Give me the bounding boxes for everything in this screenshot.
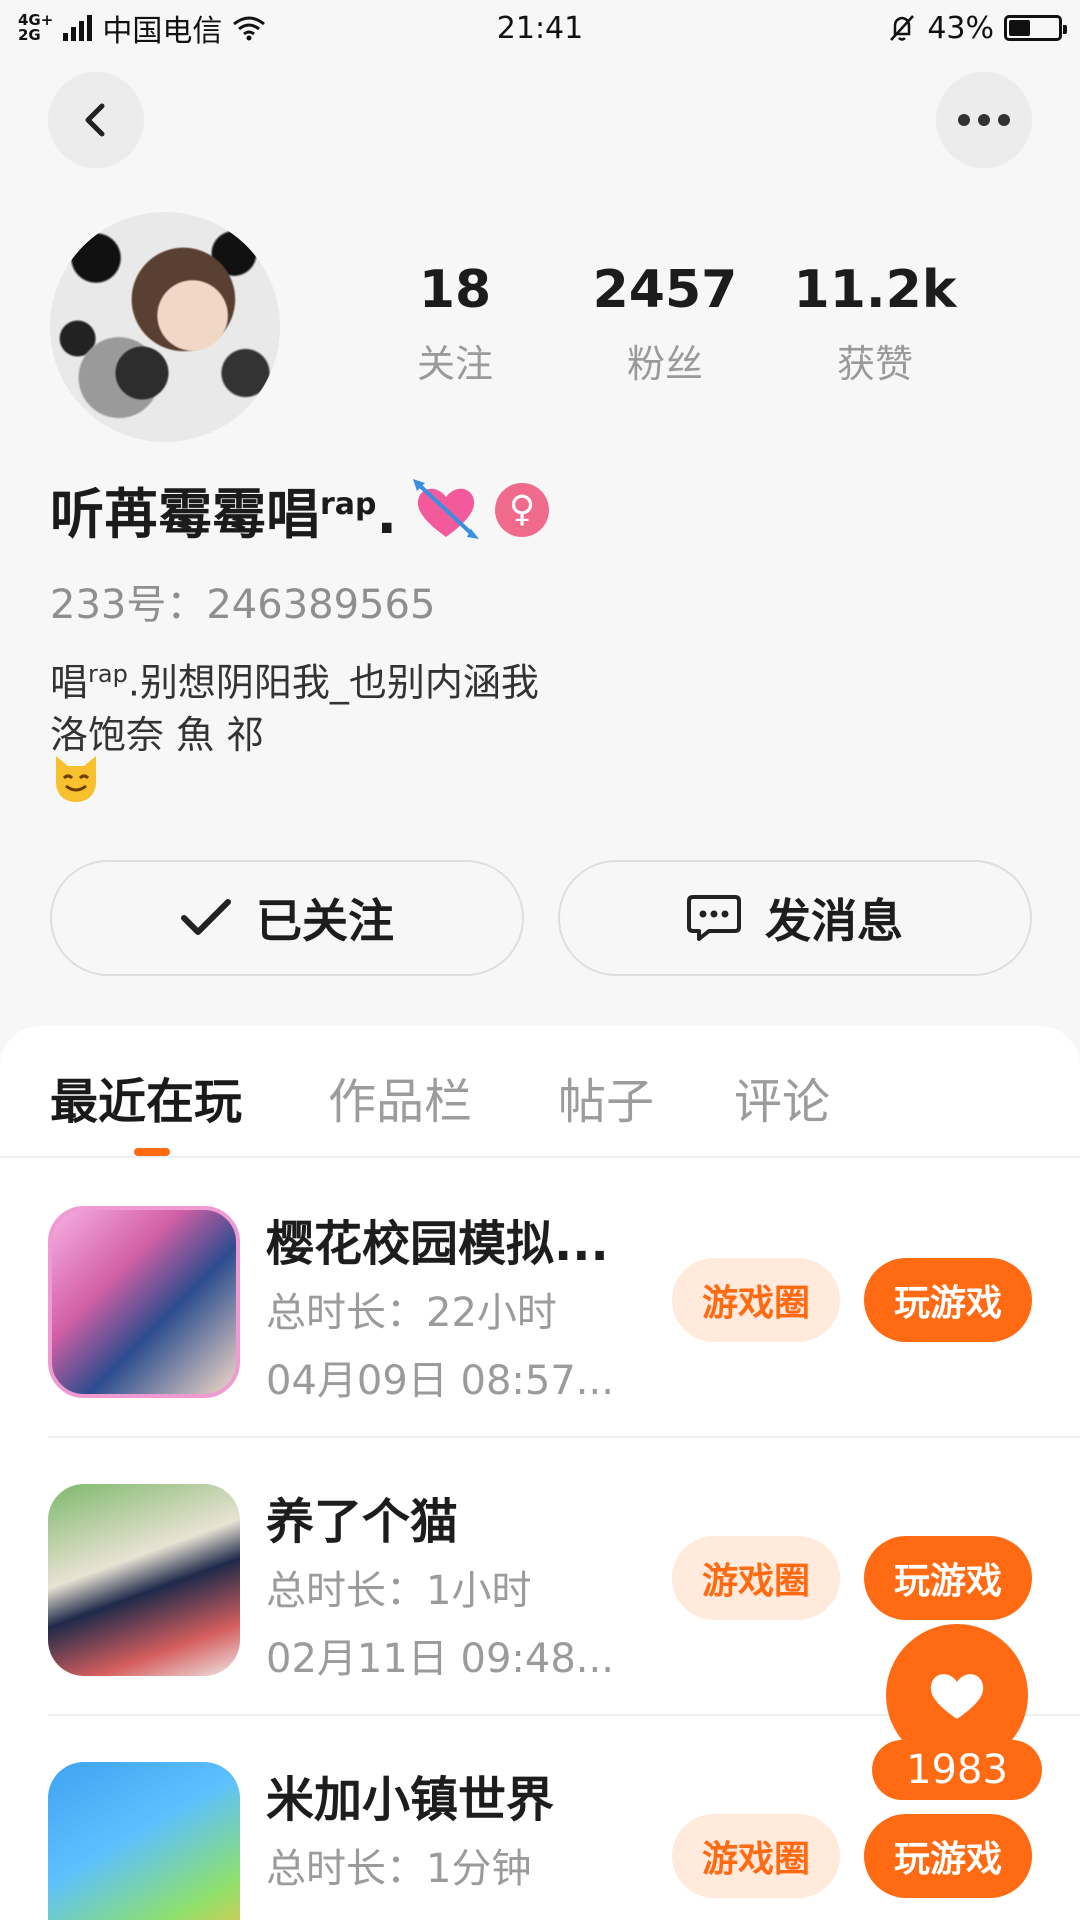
stat-label: 粉丝 [626,342,703,387]
stat-fans[interactable]: 2457 粉丝 [565,260,765,388]
signal-icon [63,15,93,41]
game-last-played: 02月11日 09:48... [266,1636,614,1682]
stat-likes[interactable]: 11.2k 获赞 [775,260,975,388]
stat-value: 11.2k [793,260,957,320]
cat-emoji-icon [56,756,96,802]
game-duration: 总时长：22小时 [266,1290,557,1336]
more-dots-icon [958,114,1010,126]
wifi-icon [233,16,266,41]
tab-posts[interactable]: 帖子 [558,1062,654,1132]
clock: 21:41 [496,10,584,46]
bio-line: 洛饱奈 魚 祁 [50,712,265,757]
check-icon [181,899,231,935]
play-game-button[interactable]: 玩游戏 [864,1536,1032,1620]
bio-line: 唱rap.别想阴阳我_也别内涵我 [50,660,539,705]
tab-recently-played[interactable]: 最近在玩 [50,1062,242,1132]
game-duration: 总时长：1分钟 [266,1846,532,1892]
game-icon[interactable] [48,1206,240,1398]
game-duration: 总时长：1小时 [266,1568,532,1614]
battery-level [1009,20,1030,36]
game-last-played: 04月09日 08:57... [266,1358,614,1404]
mute-bell-icon [890,15,915,41]
game-circle-button[interactable]: 游戏圈 [672,1258,840,1342]
game-title: 养了个猫 [266,1494,459,1550]
game-title: 米加小镇世界 [266,1772,555,1828]
tab-works[interactable]: 作品栏 [328,1062,472,1132]
profile-tabs: 最近在玩 作品栏 帖子 评论 [0,1026,1080,1158]
user-bio: 唱rap.别想阴阳我_也别内涵我 洛饱奈 魚 祁 [50,648,539,761]
name-row: 听苒霉霉唱rap. ♀ [50,470,550,549]
stat-following[interactable]: 18 关注 [355,260,555,388]
back-button[interactable] [48,72,144,168]
heart-icon [930,1674,984,1719]
stat-value: 18 [418,260,492,320]
play-game-button[interactable]: 玩游戏 [864,1814,1032,1898]
game-icon[interactable] [48,1484,240,1676]
battery-icon [1004,15,1067,41]
user-name: 听苒霉霉唱rap. [50,483,398,546]
like-count: 1983 [872,1740,1042,1800]
network-type: 4G+ 2G [18,11,54,44]
carrier-name: 中国电信 [102,14,223,49]
following-button[interactable]: 已关注 [50,860,524,976]
chat-bubble-icon [687,895,741,941]
avatar[interactable] [50,212,280,442]
stat-value: 2457 [592,260,738,320]
stat-label: 获赞 [836,342,913,387]
game-title: 樱花校园模拟... [266,1216,609,1272]
chevron-left-icon [85,103,105,137]
send-message-label: 发消息 [765,894,903,948]
profile-stats: 18 关注 2457 粉丝 11.2k 获赞 [355,260,975,388]
game-circle-button[interactable]: 游戏圈 [672,1536,840,1620]
following-label: 已关注 [256,894,394,948]
send-message-button[interactable]: 发消息 [558,860,1032,976]
battery-percent: 43% [927,10,994,46]
tab-indicator [134,1148,170,1156]
game-icon[interactable] [48,1762,240,1920]
status-bar: 4G+ 2G 中国电信 21:41 43% [0,0,1080,56]
stat-label: 关注 [416,342,493,387]
female-gender-icon: ♀ [495,482,550,537]
tab-comments[interactable]: 评论 [734,1062,830,1132]
more-button[interactable] [936,72,1032,168]
game-circle-button[interactable]: 游戏圈 [672,1814,840,1898]
play-game-button[interactable]: 玩游戏 [864,1258,1032,1342]
game-list-item[interactable]: 樱花校园模拟... 总时长：22小时 04月09日 08:57... 游戏圈 玩… [0,1160,1080,1438]
heart-arrow-icon [413,478,480,539]
user-id: 233号：246389565 [50,582,436,628]
